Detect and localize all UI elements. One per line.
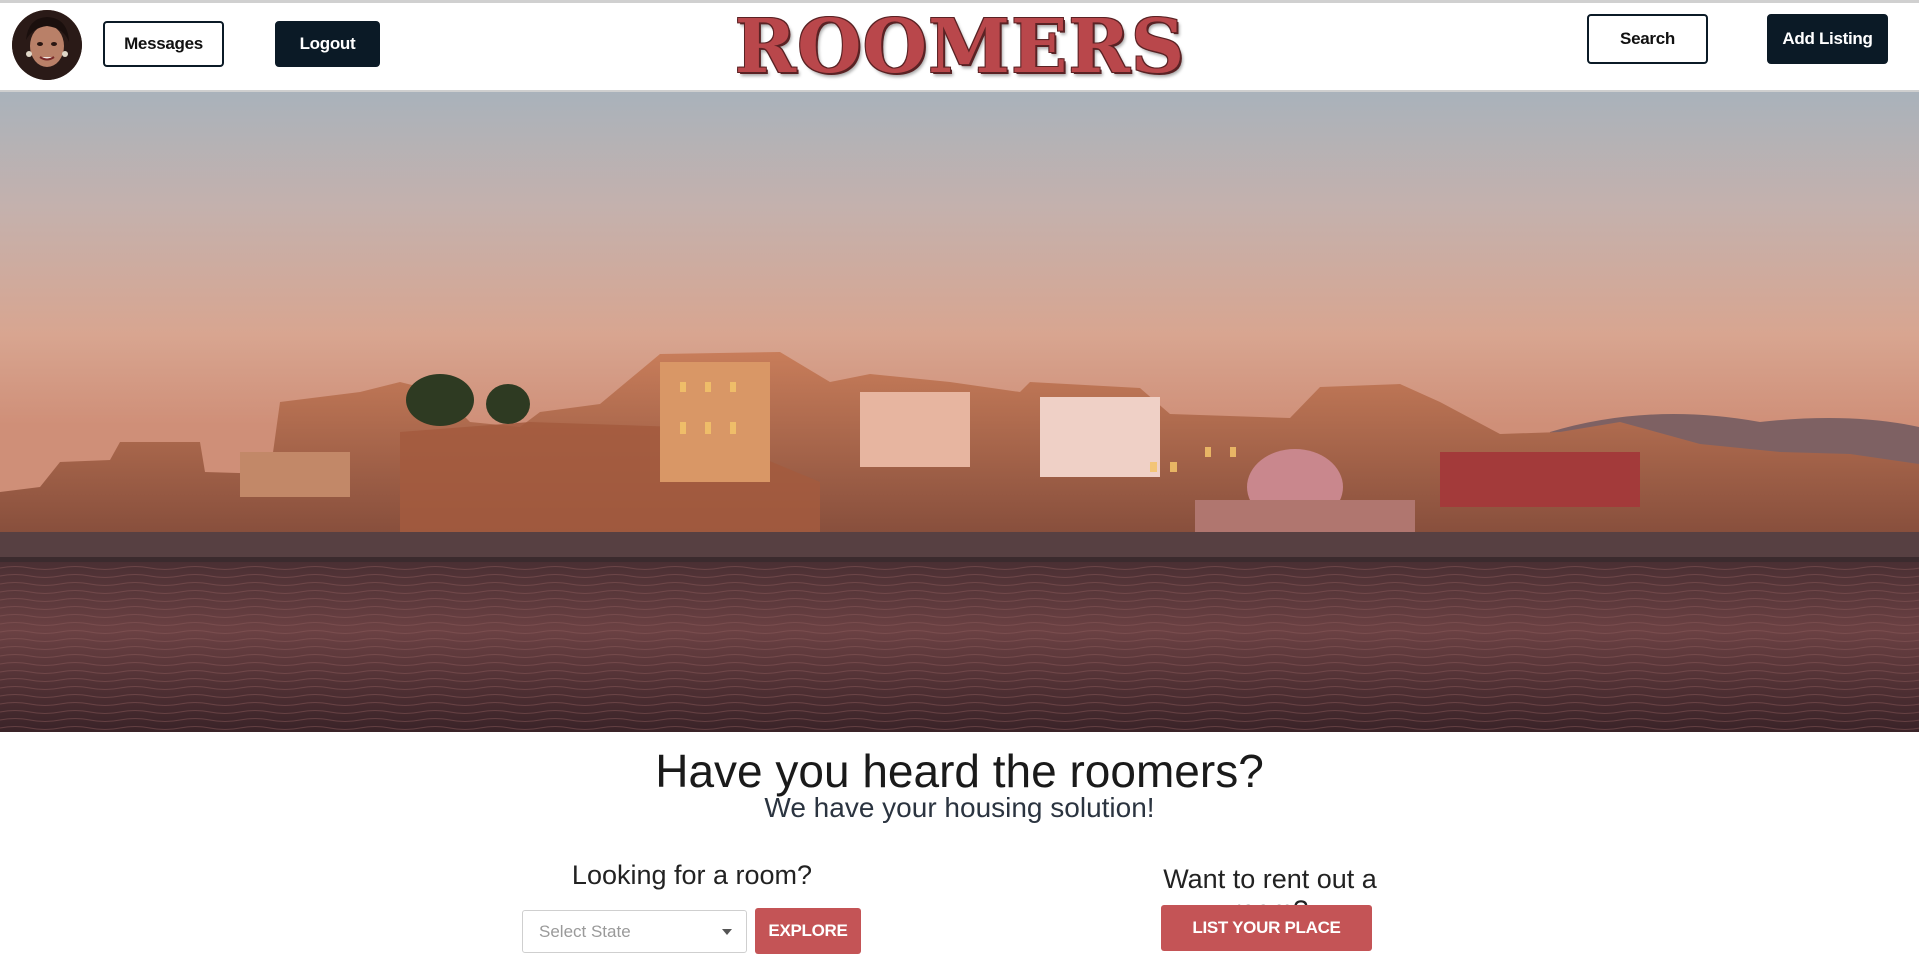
messages-button[interactable]: Messages: [103, 21, 224, 67]
roomers-logo[interactable]: ROOMERS: [735, 4, 1185, 90]
add-listing-button[interactable]: Add Listing: [1767, 14, 1888, 64]
hero-title: Have you heard the roomers?: [655, 745, 1264, 797]
state-select-placeholder: Select State: [539, 921, 631, 941]
looking-for-room-label: Looking for a room?: [571, 860, 813, 890]
avatar[interactable]: [12, 10, 82, 80]
search-button[interactable]: Search: [1587, 14, 1708, 64]
hero-subtitle: We have your housing solution!: [764, 792, 1155, 823]
logout-button[interactable]: Logout: [275, 21, 380, 67]
avatar-image: [12, 10, 82, 80]
hero-banner-image: [0, 92, 1919, 732]
state-select[interactable]: Select State: [522, 910, 747, 953]
explore-button[interactable]: EXPLORE: [755, 908, 861, 954]
list-your-place-button[interactable]: LIST YOUR PLACE: [1161, 905, 1372, 951]
top-navbar: Messages Logout ROOMERS Search Add Listi…: [0, 0, 1919, 92]
chevron-down-icon: [722, 929, 732, 935]
